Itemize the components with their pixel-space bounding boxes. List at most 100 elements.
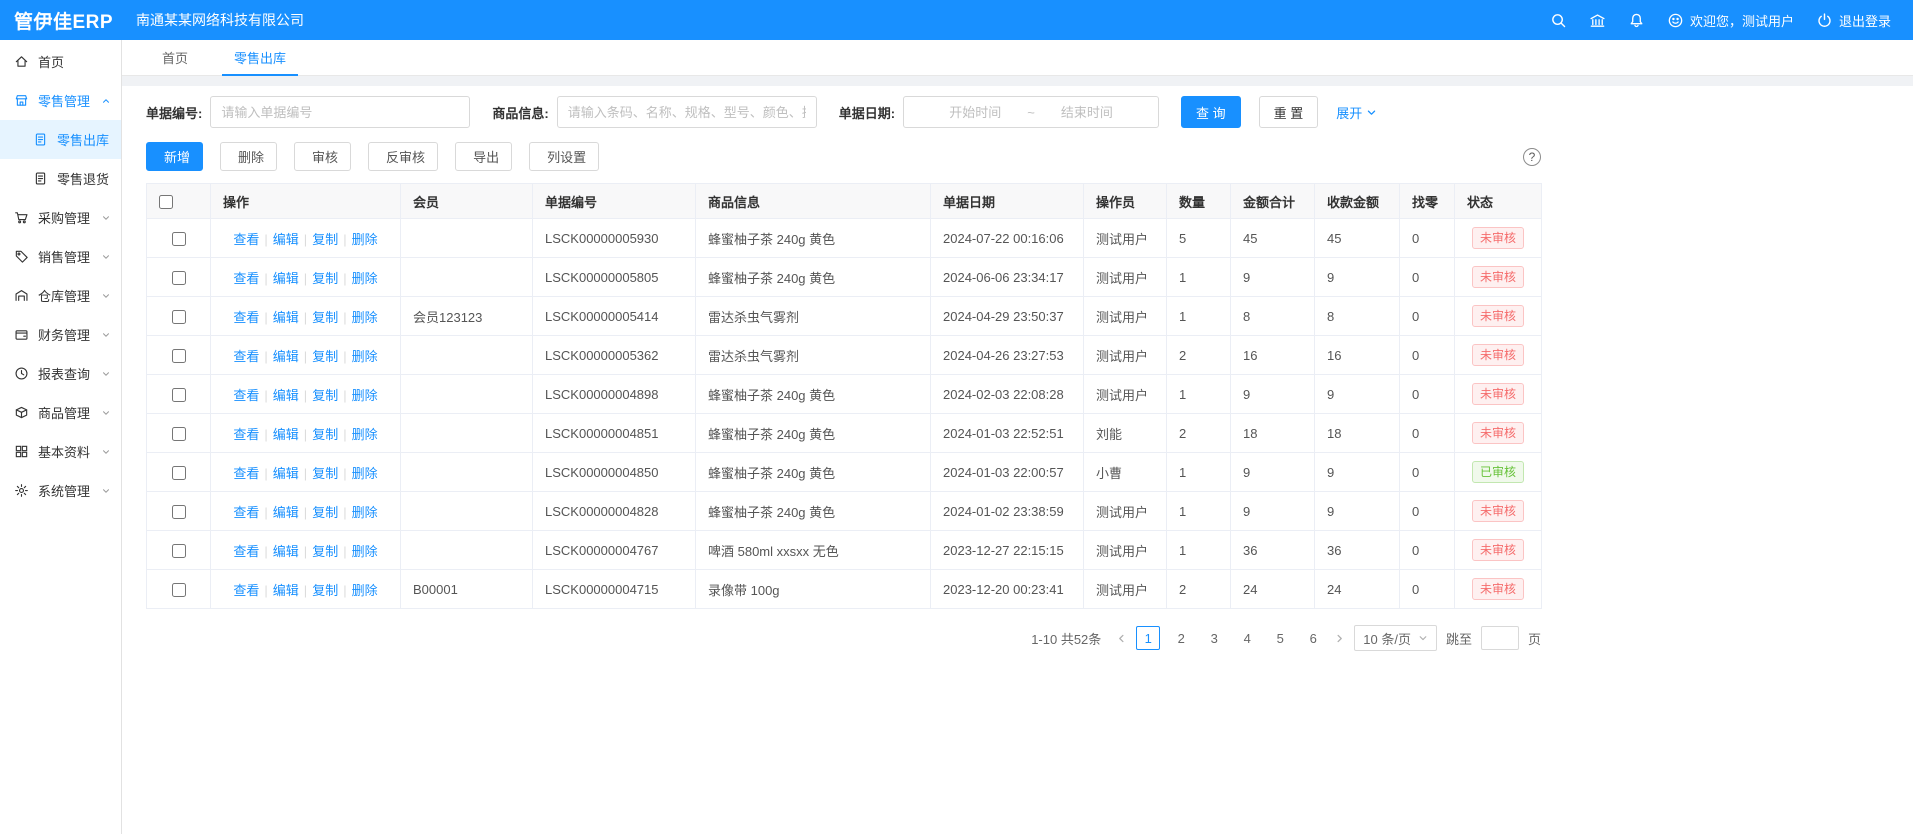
row-action-edit[interactable]: 编辑 xyxy=(273,505,299,520)
logout-button[interactable]: 退出登录 xyxy=(1816,11,1891,30)
row-action-delete[interactable]: 删除 xyxy=(352,466,378,481)
row-action-edit[interactable]: 编辑 xyxy=(273,544,299,559)
page-size-select[interactable]: 10 条/页 xyxy=(1354,625,1437,651)
row-action-edit[interactable]: 编辑 xyxy=(273,271,299,286)
sidebar-item-retail-return[interactable]: 零售退货 xyxy=(0,159,121,198)
page-button-4[interactable]: 4 xyxy=(1235,626,1259,650)
row-action-delete[interactable]: 删除 xyxy=(352,427,378,442)
row-action-copy[interactable]: 复制 xyxy=(312,388,338,403)
column-settings-button[interactable]: 列设置 xyxy=(529,142,599,171)
building-icon[interactable] xyxy=(1589,12,1606,29)
row-action-view[interactable]: 查看 xyxy=(233,232,259,247)
row-checkbox[interactable] xyxy=(172,349,186,363)
page-button-1[interactable]: 1 xyxy=(1136,626,1160,650)
row-action-copy[interactable]: 复制 xyxy=(312,544,338,559)
row-action-edit[interactable]: 编辑 xyxy=(273,388,299,403)
search-button[interactable]: 查 询 xyxy=(1181,96,1241,128)
sidebar-item-home[interactable]: 首页 xyxy=(0,42,121,81)
row-action-view[interactable]: 查看 xyxy=(233,544,259,559)
sidebar-group-retail[interactable]: 零售管理 xyxy=(0,81,121,120)
row-action-view[interactable]: 查看 xyxy=(233,583,259,598)
sidebar-item-retail-outbound[interactable]: 零售出库 xyxy=(0,120,121,159)
row-action-copy[interactable]: 复制 xyxy=(312,310,338,325)
row-checkbox[interactable] xyxy=(172,583,186,597)
sidebar-group-warehouse[interactable]: 仓库管理 xyxy=(0,276,121,315)
row-action-edit[interactable]: 编辑 xyxy=(273,466,299,481)
row-action-delete[interactable]: 删除 xyxy=(352,583,378,598)
reset-button[interactable]: 重 置 xyxy=(1259,96,1319,128)
jump-page-input[interactable] xyxy=(1481,626,1519,650)
prev-page-icon[interactable] xyxy=(1116,633,1127,644)
row-action-edit[interactable]: 编辑 xyxy=(273,427,299,442)
page-button-6[interactable]: 6 xyxy=(1301,626,1325,650)
audit-button[interactable]: 审核 xyxy=(294,142,351,171)
row-action-edit[interactable]: 编辑 xyxy=(273,232,299,247)
select-all-checkbox[interactable] xyxy=(159,195,173,209)
row-action-view[interactable]: 查看 xyxy=(233,388,259,403)
tab-retail-outbound[interactable]: 零售出库 xyxy=(222,40,298,75)
tab-home[interactable]: 首页 xyxy=(150,40,200,75)
bill-no-input[interactable] xyxy=(210,96,470,128)
row-checkbox[interactable] xyxy=(172,505,186,519)
row-checkbox[interactable] xyxy=(172,466,186,480)
sidebar-group-basic-data[interactable]: 基本资料 xyxy=(0,432,121,471)
row-action-copy[interactable]: 复制 xyxy=(312,349,338,364)
product-input[interactable] xyxy=(557,96,817,128)
row-actions: 查看|编辑|复制|删除 xyxy=(233,232,377,247)
row-action-view[interactable]: 查看 xyxy=(233,505,259,520)
row-action-delete[interactable]: 删除 xyxy=(352,544,378,559)
row-action-copy[interactable]: 复制 xyxy=(312,505,338,520)
bell-icon[interactable] xyxy=(1628,12,1645,29)
date-end-input[interactable] xyxy=(1039,105,1135,120)
row-action-view[interactable]: 查看 xyxy=(233,466,259,481)
row-action-copy[interactable]: 复制 xyxy=(312,427,338,442)
row-action-delete[interactable]: 删除 xyxy=(352,271,378,286)
row-action-copy[interactable]: 复制 xyxy=(312,583,338,598)
row-action-edit[interactable]: 编辑 xyxy=(273,583,299,598)
sidebar-group-reports[interactable]: 报表查询 xyxy=(0,354,121,393)
row-checkbox[interactable] xyxy=(172,310,186,324)
expand-filters-link[interactable]: 展开 xyxy=(1336,103,1377,122)
row-action-delete[interactable]: 删除 xyxy=(352,232,378,247)
page-button-2[interactable]: 2 xyxy=(1169,626,1193,650)
row-checkbox[interactable] xyxy=(172,271,186,285)
welcome-user[interactable]: 欢迎您，测试用户 xyxy=(1667,11,1794,30)
sidebar-group-purchase[interactable]: 采购管理 xyxy=(0,198,121,237)
help-icon[interactable]: ? xyxy=(1523,148,1541,166)
sidebar-group-sales[interactable]: 销售管理 xyxy=(0,237,121,276)
row-action-copy[interactable]: 复制 xyxy=(312,466,338,481)
row-action-copy[interactable]: 复制 xyxy=(312,232,338,247)
unaudit-button[interactable]: 反审核 xyxy=(368,142,438,171)
row-action-edit[interactable]: 编辑 xyxy=(273,349,299,364)
add-button[interactable]: 新增 xyxy=(146,142,203,171)
export-button[interactable]: 导出 xyxy=(455,142,512,171)
row-action-delete[interactable]: 删除 xyxy=(352,310,378,325)
next-page-icon[interactable] xyxy=(1334,633,1345,644)
row-action-edit[interactable]: 编辑 xyxy=(273,310,299,325)
date-start-input[interactable] xyxy=(927,105,1023,120)
row-checkbox[interactable] xyxy=(172,427,186,441)
row-action-delete[interactable]: 删除 xyxy=(352,349,378,364)
sidebar-group-system[interactable]: 系统管理 xyxy=(0,471,121,510)
row-checkbox[interactable] xyxy=(172,232,186,246)
page-button-5[interactable]: 5 xyxy=(1268,626,1292,650)
row-actions: 查看|编辑|复制|删除 xyxy=(233,583,377,598)
row-action-copy[interactable]: 复制 xyxy=(312,271,338,286)
row-checkbox[interactable] xyxy=(172,388,186,402)
sidebar-group-finance[interactable]: 财务管理 xyxy=(0,315,121,354)
search-icon[interactable] xyxy=(1550,12,1567,29)
row-action-view[interactable]: 查看 xyxy=(233,271,259,286)
delete-button[interactable]: 删除 xyxy=(220,142,277,171)
bill-date-cell: 2024-07-22 00:16:06 xyxy=(931,219,1084,258)
page-button-3[interactable]: 3 xyxy=(1202,626,1226,650)
sidebar-group-goods[interactable]: 商品管理 xyxy=(0,393,121,432)
amount-cell: 9 xyxy=(1231,492,1315,531)
row-action-view[interactable]: 查看 xyxy=(233,349,259,364)
date-range-picker[interactable]: ~ xyxy=(903,96,1159,128)
row-action-delete[interactable]: 删除 xyxy=(352,388,378,403)
row-action-view[interactable]: 查看 xyxy=(233,310,259,325)
row-action-delete[interactable]: 删除 xyxy=(352,505,378,520)
row-checkbox[interactable] xyxy=(172,544,186,558)
row-action-view[interactable]: 查看 xyxy=(233,427,259,442)
action-separator: | xyxy=(304,310,307,325)
